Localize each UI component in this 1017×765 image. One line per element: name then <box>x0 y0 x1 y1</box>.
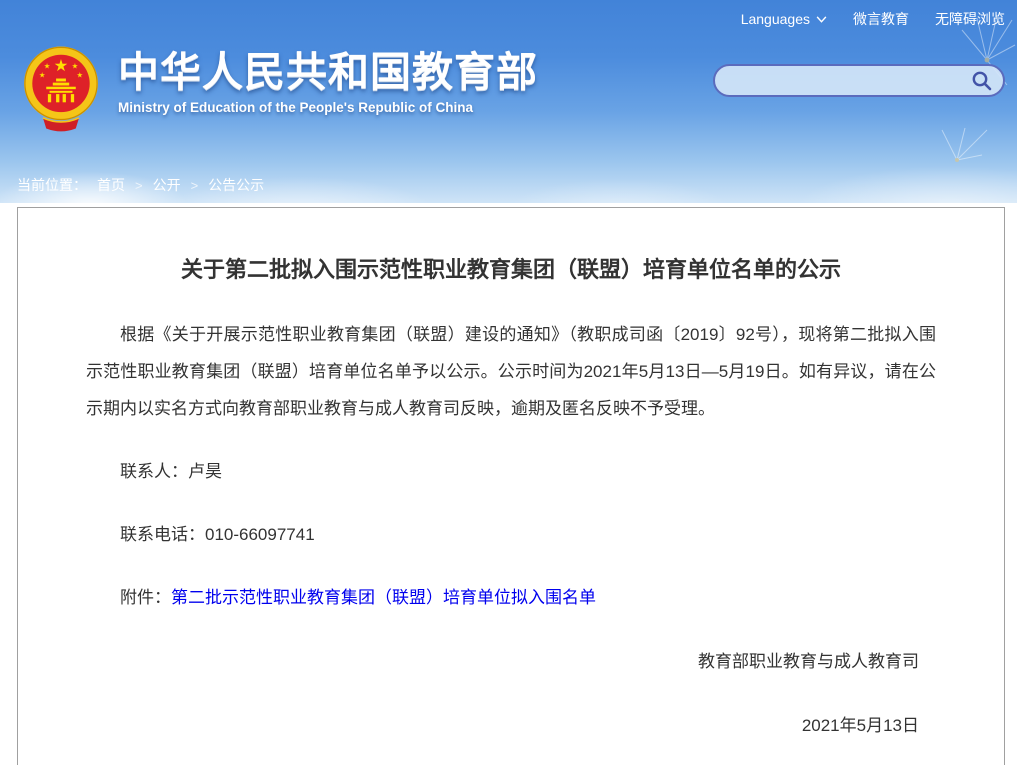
signature-line: 教育部职业教育与成人教育司 <box>86 643 936 680</box>
contact-person-line: 联系人：卢昊 <box>86 453 936 490</box>
contact-phone-line: 联系电话：010-66097741 <box>86 516 936 553</box>
svg-text:★: ★ <box>77 71 84 80</box>
search-icon <box>971 70 993 92</box>
search-button[interactable] <box>969 68 995 94</box>
page: Languages 微言教育 无障碍浏览 ★ ★ ★ ★ ★ <box>0 0 1017 765</box>
breadcrumb-item-home[interactable]: 首页 <box>97 175 125 195</box>
national-emblem-icon: ★ ★ ★ ★ ★ <box>20 44 102 136</box>
attachment-label: 附件： <box>120 588 171 607</box>
publish-date-line: 2021年5月13日 <box>86 707 936 744</box>
breadcrumb-label: 当前位置： <box>17 175 87 195</box>
search-box <box>713 64 1005 97</box>
chevron-down-icon <box>816 16 827 23</box>
svg-text:★: ★ <box>44 62 51 71</box>
languages-label: Languages <box>741 11 810 27</box>
breadcrumb-separator: > <box>135 178 143 193</box>
topbar-link-weiyan-education[interactable]: 微言教育 <box>853 9 909 29</box>
breadcrumb: 当前位置： 首页 > 公开 > 公告公示 <box>0 175 264 195</box>
svg-text:★: ★ <box>39 71 46 80</box>
site-title: 中华人民共和国教育部 <box>118 48 538 96</box>
article-container: 关于第二批拟入围示范性职业教育集团（联盟）培育单位名单的公示 根据《关于开展示范… <box>17 207 1005 765</box>
article-title: 关于第二批拟入围示范性职业教育集团（联盟）培育单位名单的公示 <box>86 254 936 286</box>
topbar: Languages 微言教育 无障碍浏览 <box>0 0 1017 38</box>
site-subtitle: Ministry of Education of the People's Re… <box>118 100 538 115</box>
search-input[interactable] <box>729 66 969 95</box>
topbar-link-accessibility[interactable]: 无障碍浏览 <box>935 9 1005 29</box>
site-header: Languages 微言教育 无障碍浏览 ★ ★ ★ ★ ★ <box>0 0 1017 203</box>
attachment-link[interactable]: 第二批示范性职业教育集团（联盟）培育单位拟入围名单 <box>171 588 596 607</box>
attachment-line: 附件：第二批示范性职业教育集团（联盟）培育单位拟入围名单 <box>86 579 936 616</box>
svg-text:★: ★ <box>72 62 79 71</box>
breadcrumb-item-gongkai[interactable]: 公开 <box>153 175 181 195</box>
article-paragraph: 根据《关于开展示范性职业教育集团（联盟）建设的通知》（教职成司函〔2019〕92… <box>86 316 936 427</box>
languages-menu[interactable]: Languages <box>741 11 827 27</box>
svg-text:★: ★ <box>54 57 69 75</box>
brand-text: 中华人民共和国教育部 Ministry of Education of the … <box>118 44 538 115</box>
breadcrumb-separator: > <box>191 178 199 193</box>
breadcrumb-item-gonggao[interactable]: 公告公示 <box>208 175 264 195</box>
